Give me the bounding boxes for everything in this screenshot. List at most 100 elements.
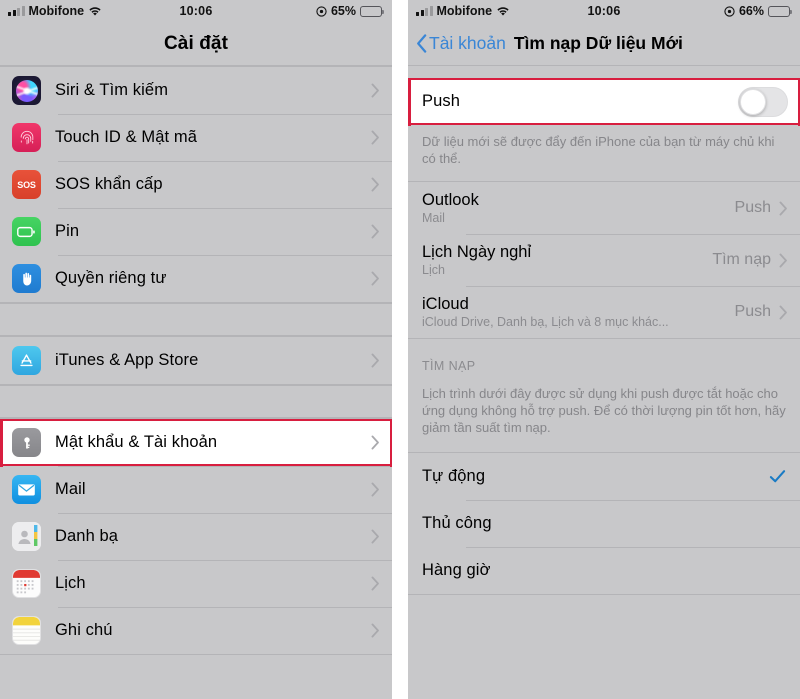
fetch-option-automatic[interactable]: Tự động bbox=[408, 453, 800, 500]
battery-icon bbox=[768, 5, 793, 17]
right-fetch-list[interactable]: Push Dữ liệu mới sẽ được đẩy đến iPhone … bbox=[408, 66, 800, 699]
battery-icon bbox=[360, 5, 385, 17]
account-subtitle: Mail bbox=[422, 211, 445, 225]
battery-percent-label: 66% bbox=[738, 4, 764, 18]
push-toggle-row[interactable]: Push bbox=[408, 77, 800, 126]
chevron-right-icon bbox=[371, 623, 379, 638]
sidebar-item-itunes-app-store[interactable]: iTunes & App Store bbox=[0, 337, 392, 384]
fetch-section-header: TÌM NẠP bbox=[408, 339, 800, 379]
account-title: iCloud bbox=[422, 295, 469, 313]
sidebar-item-privacy[interactable]: Quyền riêng tư bbox=[0, 255, 392, 302]
dual-phone-screenshot: Mobifone 10:06 65% Cài đặt Siri & Tìm ki… bbox=[0, 0, 800, 699]
chevron-right-icon bbox=[371, 435, 379, 450]
account-row-icloud[interactable]: iCloud iCloud Drive, Danh bạ, Lịch và 8 … bbox=[408, 286, 800, 338]
account-text: Lịch Ngày nghỉ Lịch bbox=[422, 243, 712, 277]
row-label: Mail bbox=[55, 480, 86, 498]
toggle-knob bbox=[740, 88, 766, 115]
contacts-icon bbox=[12, 522, 41, 551]
fetch-option-hourly[interactable]: Hàng giờ bbox=[408, 547, 800, 594]
sidebar-item-touch-id[interactable]: Touch ID & Mật mã bbox=[0, 114, 392, 161]
privacy-hand-icon bbox=[12, 264, 41, 293]
mail-icon bbox=[12, 475, 41, 504]
key-icon bbox=[12, 428, 41, 457]
section-gap bbox=[0, 385, 392, 418]
account-title: Outlook bbox=[422, 191, 479, 209]
push-footnote: Dữ liệu mới sẽ được đẩy đến iPhone của b… bbox=[408, 125, 800, 181]
left-status-bar: Mobifone 10:06 65% bbox=[0, 0, 392, 22]
row-label: iTunes & App Store bbox=[55, 351, 199, 369]
account-value: Push bbox=[734, 303, 771, 320]
row-label: Ghi chú bbox=[55, 621, 113, 639]
highlight-box-edge bbox=[389, 418, 392, 467]
left-nav-bar: Cài đặt bbox=[0, 22, 392, 66]
sidebar-item-passwords-accounts[interactable]: Mật khẩu & Tài khoản bbox=[0, 418, 392, 467]
push-toggle[interactable] bbox=[738, 86, 788, 117]
sidebar-item-sos[interactable]: SOS SOS khẩn cấp bbox=[0, 161, 392, 208]
row-label: SOS khẩn cấp bbox=[55, 175, 163, 193]
app-store-icon bbox=[12, 346, 41, 375]
chevron-right-icon bbox=[371, 130, 379, 145]
option-label: Thủ công bbox=[422, 514, 492, 532]
back-button-label: Tài khoản bbox=[429, 33, 506, 53]
location-services-icon bbox=[724, 5, 735, 17]
fetch-option-manual[interactable]: Thủ công bbox=[408, 500, 800, 547]
fetch-section-footnote: Lịch trình dưới đây được sử dụng khi pus… bbox=[408, 379, 800, 452]
row-label: Quyền riêng tư bbox=[55, 269, 167, 287]
status-right-group: 65% bbox=[316, 4, 385, 18]
chevron-right-icon bbox=[371, 83, 379, 98]
sidebar-item-mail[interactable]: Mail bbox=[0, 466, 392, 513]
left-phone-screen: Mobifone 10:06 65% Cài đặt Siri & Tìm ki… bbox=[0, 0, 392, 699]
account-value: Tìm nạp bbox=[712, 251, 771, 268]
battery-icon bbox=[12, 217, 41, 246]
checkmark-icon bbox=[769, 470, 786, 483]
account-text: iCloud iCloud Drive, Danh bạ, Lịch và 8 … bbox=[422, 295, 735, 329]
panel-divider bbox=[392, 0, 408, 699]
settings-group-3: Mật khẩu & Tài khoản Mail Danh bạ Lịch G… bbox=[0, 418, 392, 655]
right-nav-bar: Tài khoản Tìm nạp Dữ liệu Mới bbox=[408, 22, 800, 66]
battery-percent-label: 65% bbox=[330, 4, 356, 18]
sidebar-item-notes[interactable]: Ghi chú bbox=[0, 607, 392, 654]
row-label: Pin bbox=[55, 222, 80, 240]
account-row-holiday-calendar[interactable]: Lịch Ngày nghỉ Lịch Tìm nạp bbox=[408, 234, 800, 286]
right-status-bar: Mobifone 10:06 66% bbox=[408, 0, 800, 22]
right-phone-screen: Mobifone 10:06 66% Tài khoản Tìm nạp Dữ … bbox=[408, 0, 800, 699]
chevron-right-icon bbox=[779, 253, 787, 267]
account-title: Lịch Ngày nghỉ bbox=[422, 243, 532, 261]
row-label: Mật khẩu & Tài khoản bbox=[55, 433, 218, 451]
sos-icon: SOS bbox=[12, 170, 41, 199]
touchid-icon bbox=[12, 123, 41, 152]
left-settings-list[interactable]: Siri & Tìm kiếm Touch ID & Mật mã SOS SO… bbox=[0, 66, 392, 699]
chevron-right-icon bbox=[371, 271, 379, 286]
status-right-group: 66% bbox=[724, 4, 793, 18]
chevron-right-icon bbox=[779, 305, 787, 319]
section-gap bbox=[0, 303, 392, 336]
row-label: Lịch bbox=[55, 574, 86, 592]
chevron-right-icon bbox=[779, 201, 787, 215]
chevron-right-icon bbox=[371, 224, 379, 239]
sidebar-item-contacts[interactable]: Danh bạ bbox=[0, 513, 392, 560]
chevron-right-icon bbox=[371, 529, 379, 544]
notes-icon bbox=[12, 616, 41, 645]
account-subtitle: iCloud Drive, Danh bạ, Lịch và 8 mục khá… bbox=[422, 315, 669, 329]
back-button[interactable]: Tài khoản bbox=[416, 33, 506, 54]
row-label: Danh bạ bbox=[55, 527, 119, 545]
account-subtitle: Lịch bbox=[422, 263, 445, 277]
sidebar-item-calendar[interactable]: Lịch bbox=[0, 560, 392, 607]
account-value: Push bbox=[734, 199, 771, 216]
account-row-outlook[interactable]: Outlook Mail Push bbox=[408, 182, 800, 234]
chevron-left-icon bbox=[417, 34, 427, 53]
settings-group-2: iTunes & App Store bbox=[0, 336, 392, 385]
location-services-icon bbox=[316, 5, 327, 17]
sidebar-item-siri[interactable]: Siri & Tìm kiếm bbox=[0, 67, 392, 114]
nav-row: Tài khoản Tìm nạp Dữ liệu Mới bbox=[408, 33, 800, 54]
chevron-right-icon bbox=[371, 482, 379, 497]
push-label: Push bbox=[422, 92, 461, 110]
settings-group-1: Siri & Tìm kiếm Touch ID & Mật mã SOS SO… bbox=[0, 66, 392, 303]
accounts-group: Outlook Mail Push Lịch Ngày nghỉ Lịch Tì… bbox=[408, 181, 800, 339]
option-label: Tự động bbox=[422, 467, 486, 485]
sidebar-item-battery[interactable]: Pin bbox=[0, 208, 392, 255]
push-group: Push bbox=[408, 77, 800, 126]
chevron-right-icon bbox=[371, 353, 379, 368]
siri-icon bbox=[12, 76, 41, 105]
page-title: Tìm nạp Dữ liệu Mới bbox=[513, 33, 683, 53]
